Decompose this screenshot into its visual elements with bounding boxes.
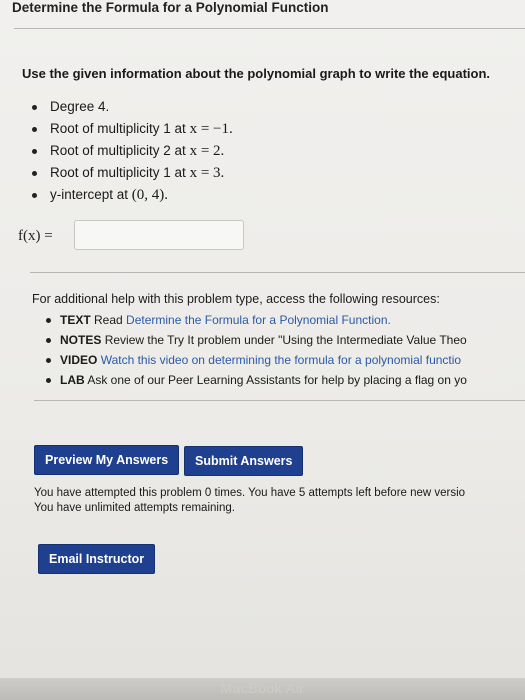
unlimited-line: You have unlimited attempts remaining. [34,502,235,514]
answer-divider [30,272,525,273]
facts-list: Degree 4. Root of multiplicity 1 at x = … [30,97,233,207]
bullet-icon [32,127,37,132]
email-instructor-button[interactable]: Email Instructor [38,544,156,574]
fact-text: Degree 4. [50,99,110,114]
bullet-icon [46,318,51,323]
fact-root-1: Root of multiplicity 1 at x = −1. [30,119,233,141]
submit-answers-button[interactable]: Submit Answers [184,446,304,476]
page-title: Determine the Formula for a Polynomial F… [12,0,329,15]
answer-input[interactable] [74,220,244,250]
resource-kind: NOTES [60,333,102,347]
resource-lab: LAB Ask one of our Peer Learning Assista… [44,370,525,390]
fact-root-2: Root of multiplicity 2 at x = 2. [30,141,233,163]
bullet-icon [46,358,51,363]
screen: Determine the Formula for a Polynomial F… [0,0,525,700]
fact-degree: Degree 4. [30,97,233,119]
bullet-icon [46,378,51,383]
fact-text: Root of multiplicity 2 at [50,143,190,158]
resource-text: TEXT Read Determine the Formula for a Po… [44,310,525,330]
resource-video: VIDEO Watch this video on determining th… [44,350,525,370]
problem-prompt: Use the given information about the poly… [22,66,491,81]
answer-label: f(x) = [18,228,53,244]
fact-y-intercept: y-intercept at (0, 4). [30,185,233,207]
resource-kind: VIDEO [60,353,98,367]
fact-math: (0, 4). [131,187,169,203]
resources-divider [34,400,525,401]
attempts-line: You have attempted this problem 0 times.… [34,487,466,499]
fact-root-3: Root of multiplicity 1 at x = 3. [30,163,233,185]
resource-link[interactable]: Watch this video on determining the form… [101,353,461,367]
attempts-status: You have attempted this problem 0 times.… [34,486,525,516]
resource-link[interactable]: Determine the Formula for a Polynomial F… [126,313,391,327]
fact-math: x = 2. [189,143,225,159]
fact-math: x = 3. [189,165,225,181]
title-divider [14,28,525,29]
resource-kind: TEXT [60,313,91,327]
resource-notes: NOTES Review the Try It problem under "U… [44,330,525,350]
resource-desc: Ask one of our Peer Learning Assistants … [87,373,467,387]
bullet-icon [32,171,37,176]
bullet-icon [46,338,51,343]
fact-text: Root of multiplicity 1 at [50,121,190,136]
fact-text: Root of multiplicity 1 at [50,165,190,180]
laptop-brand: MacBook Air [220,680,305,696]
bullet-icon [32,105,37,110]
fact-math: x = −1. [189,121,233,137]
resource-kind: LAB [60,373,85,387]
fact-text: y-intercept at [50,187,132,202]
bullet-icon [32,193,37,198]
help-title: For additional help with this problem ty… [32,292,440,306]
bullet-icon [32,149,37,154]
resource-desc: Read [94,313,127,327]
resources-list: TEXT Read Determine the Formula for a Po… [44,310,525,390]
resource-desc: Review the Try It problem under "Using t… [104,333,467,347]
preview-answers-button[interactable]: Preview My Answers [34,445,180,475]
